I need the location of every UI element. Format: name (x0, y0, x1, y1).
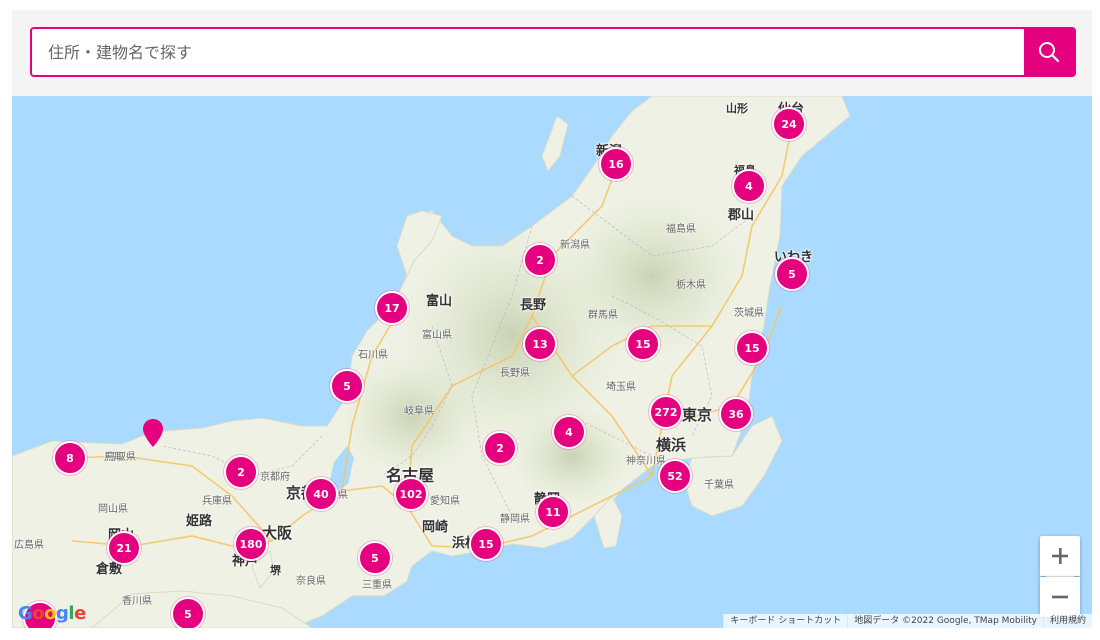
prefecture-label: 栃木県 (676, 280, 706, 291)
cluster-marker[interactable]: 2 (483, 431, 517, 465)
map-pin-icon[interactable] (142, 418, 164, 448)
city-label: 山形 (726, 102, 748, 115)
prefecture-label: 福島県 (666, 224, 696, 235)
city-label: 姫路 (186, 514, 213, 529)
prefecture-label: 群馬県 (588, 310, 618, 321)
cluster-marker[interactable]: 36 (719, 397, 753, 431)
cluster-marker[interactable]: 4 (732, 169, 766, 203)
cluster-marker[interactable]: 15 (626, 327, 660, 361)
cluster-marker[interactable]: 4 (552, 415, 586, 449)
cluster-marker[interactable]: 180 (234, 527, 268, 561)
map-attribution: キーボード ショートカット 地図データ ©2022 Google, TMap M… (723, 614, 1092, 628)
prefecture-label: 三重県 (362, 580, 392, 591)
prefecture-label: 兵庫県 (202, 496, 232, 507)
cluster-marker[interactable]: 21 (107, 531, 141, 565)
cluster-marker[interactable]: 17 (375, 291, 409, 325)
prefecture-label: 新潟県 (560, 240, 590, 251)
minus-icon (1052, 595, 1068, 599)
prefecture-label: 岡山県 (98, 504, 128, 515)
prefecture-label: 富山県 (422, 330, 452, 341)
zoom-in-button[interactable] (1040, 536, 1080, 576)
cluster-marker[interactable]: 16 (599, 147, 633, 181)
google-logo[interactable]: Google (18, 603, 86, 624)
prefecture-label: 香川県 (122, 596, 152, 607)
prefecture-label: 石川県 (358, 350, 388, 361)
cluster-marker[interactable]: 11 (536, 495, 570, 529)
cluster-marker[interactable]: 52 (658, 459, 692, 493)
map-base (12, 96, 851, 628)
city-label: 長野 (520, 298, 547, 313)
prefecture-label: 静岡県 (500, 514, 530, 525)
keyboard-shortcuts-link[interactable]: キーボード ショートカット (723, 614, 848, 628)
prefecture-label: 奈良県 (296, 576, 326, 587)
search-icon (1039, 42, 1060, 63)
map-view[interactable]: 山形 仙台 新潟 福島 郡山 いわき 富山 長野 名古屋 京都 大阪 神戸 姫路… (12, 96, 1092, 628)
prefecture-label: 鳥取県 (106, 452, 136, 463)
cluster-marker[interactable]: 15 (469, 527, 503, 561)
search-button[interactable] (1024, 29, 1074, 75)
cluster-marker[interactable]: 2 (224, 455, 258, 489)
prefecture-label: 埼玉県 (606, 382, 636, 393)
cluster-marker[interactable]: 13 (523, 327, 557, 361)
search-box (30, 27, 1076, 77)
prefecture-label: 長野県 (500, 368, 530, 379)
map-data-attribution: 地図データ ©2022 Google, TMap Mobility (847, 614, 1043, 628)
prefecture-label: 千葉県 (704, 480, 734, 491)
city-label: 堺 (270, 564, 281, 577)
cluster-marker[interactable]: 272 (649, 395, 683, 429)
prefecture-label: 神奈川県 (626, 456, 666, 467)
city-label: 郡山 (728, 208, 755, 223)
cluster-marker[interactable]: 102 (394, 477, 428, 511)
prefecture-label: 広島県 (14, 540, 44, 551)
cluster-marker[interactable]: 15 (735, 331, 769, 365)
cluster-marker[interactable]: 24 (772, 107, 806, 141)
cluster-marker[interactable]: 5 (171, 597, 205, 628)
search-panel (12, 10, 1092, 96)
prefecture-label: 岐阜県 (404, 406, 434, 417)
search-input[interactable] (32, 29, 1026, 75)
cluster-marker[interactable]: 40 (304, 477, 338, 511)
cluster-marker[interactable]: 2 (523, 243, 557, 277)
prefecture-label: 茨城県 (734, 308, 764, 319)
cluster-marker[interactable]: 8 (53, 441, 87, 475)
plus-icon (1052, 548, 1068, 564)
cluster-marker[interactable]: 5 (358, 541, 392, 575)
cluster-marker[interactable]: 5 (330, 369, 364, 403)
cluster-marker[interactable]: 5 (775, 257, 809, 291)
land-sado (541, 115, 569, 172)
prefecture-label: 愛知県 (430, 496, 460, 507)
terms-link[interactable]: 利用規約 (1042, 614, 1092, 628)
zoom-out-button[interactable] (1040, 577, 1080, 617)
city-label: 富山 (426, 294, 453, 309)
city-label: 岡崎 (422, 520, 449, 535)
prefecture-label: 京都府 (260, 472, 290, 483)
city-label: 東京 (682, 406, 713, 424)
